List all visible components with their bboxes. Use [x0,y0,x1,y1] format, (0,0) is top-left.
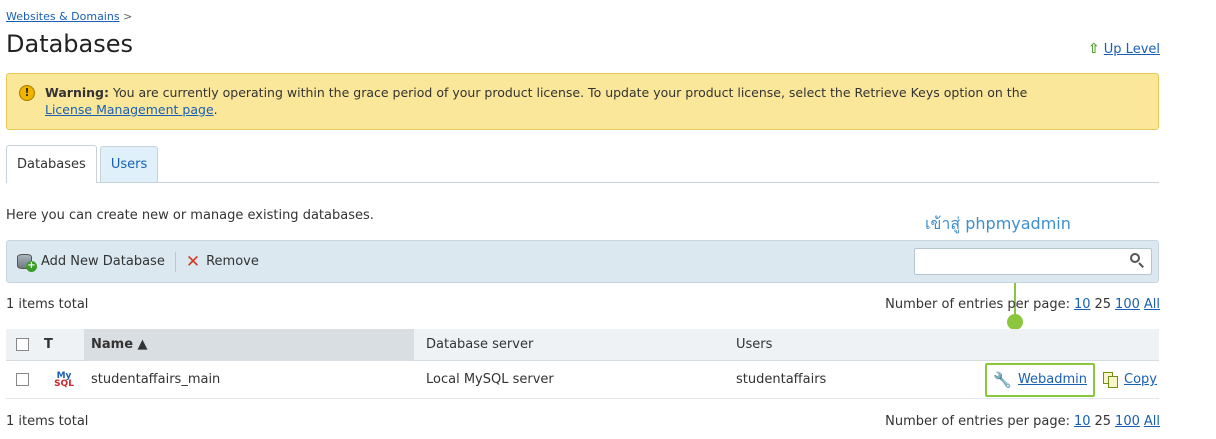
warning-banner: ! Warning: You are currently operating w… [6,73,1159,130]
up-level-label[interactable]: Up Level [1104,42,1160,57]
phpmyadmin-annotation: เข้าสู่ phpmyadmin [925,214,1071,233]
intro-text: Here you can create new or manage existi… [6,208,374,223]
toolbar-divider [174,251,176,272]
database-server: Local MySQL server [426,372,554,387]
database-users: studentaffairs [736,372,827,387]
entries-per-page-label: Number of entries per page: [885,297,1070,312]
up-arrow-icon: ⇧ [1088,41,1100,57]
tab-databases[interactable]: Databases [6,145,97,183]
per-page-option-100[interactable]: 100 [1115,414,1140,429]
per-page-option-10[interactable]: 10 [1074,414,1091,429]
column-header-type: T [44,337,53,352]
remove-label: Remove [206,254,259,269]
search-icon[interactable] [1130,253,1144,268]
warning-text: You are currently operating within the g… [112,85,1028,100]
up-level-link[interactable]: ⇧ Up Level [1088,41,1160,57]
column-header-name[interactable]: Name ▲ [84,328,414,361]
per-page-option-10[interactable]: 10 [1074,297,1091,312]
tab-bar: Databases Users [6,145,1159,183]
entries-per-page-label: Number of entries per page: [885,414,1070,429]
toolbar: + Add New Database ✕ Remove [6,240,1159,283]
wrench-icon: 🔧 [993,370,1012,389]
per-page-option-100[interactable]: 100 [1115,297,1140,312]
column-header-server: Database server [426,337,534,352]
breadcrumb-separator: > [123,10,133,23]
breadcrumb-link-websites-domains[interactable]: Websites & Domains [6,10,120,23]
select-all-checkbox[interactable] [16,338,29,351]
webadmin-link[interactable]: Webadmin [1018,372,1087,387]
per-page-option-all[interactable]: All [1144,414,1160,429]
search-input[interactable] [914,248,1152,275]
copy-link[interactable]: Copy [1124,372,1157,387]
warning-end: . [213,102,218,117]
remove-button[interactable]: ✕ Remove [185,251,259,272]
breadcrumb: Websites & Domains > [6,10,132,23]
items-total-top: 1 items total [6,297,89,312]
entries-per-page-top: Number of entries per page: 10 25 100 Al… [885,297,1160,312]
tab-users[interactable]: Users [99,146,159,182]
per-page-option-all[interactable]: All [1144,297,1160,312]
license-management-link[interactable]: License Management page [45,102,214,117]
remove-x-icon: ✕ [185,251,201,272]
mysql-icon: My SQL [54,370,74,389]
webadmin-action[interactable]: 🔧 Webadmin [985,362,1096,397]
database-add-icon: + [17,253,37,272]
column-header-users: Users [736,337,773,352]
copy-action[interactable]: Copy [1103,371,1157,388]
copy-icon [1103,371,1119,388]
database-name: studentaffairs_main [91,372,221,387]
per-page-option-25: 25 [1094,297,1112,312]
warning-icon: ! [19,85,35,101]
add-new-database-button[interactable]: + Add New Database [17,253,165,272]
items-total-bottom: 1 items total [6,414,89,429]
row-checkbox[interactable] [16,373,29,386]
add-new-database-label: Add New Database [41,254,165,269]
callout-dot [1007,314,1023,330]
entries-per-page-bottom: Number of entries per page: 10 25 100 Al… [885,414,1160,429]
databases-table: T Name ▲ Database server Users My SQL stu… [6,328,1159,399]
per-page-option-25: 25 [1094,414,1112,429]
table-row: My SQL studentaffairs_main Local MySQL se… [6,361,1159,399]
page-title: Databases [6,30,134,58]
warning-label: Warning: [45,85,109,100]
table-header: T Name ▲ Database server Users [6,328,1159,361]
